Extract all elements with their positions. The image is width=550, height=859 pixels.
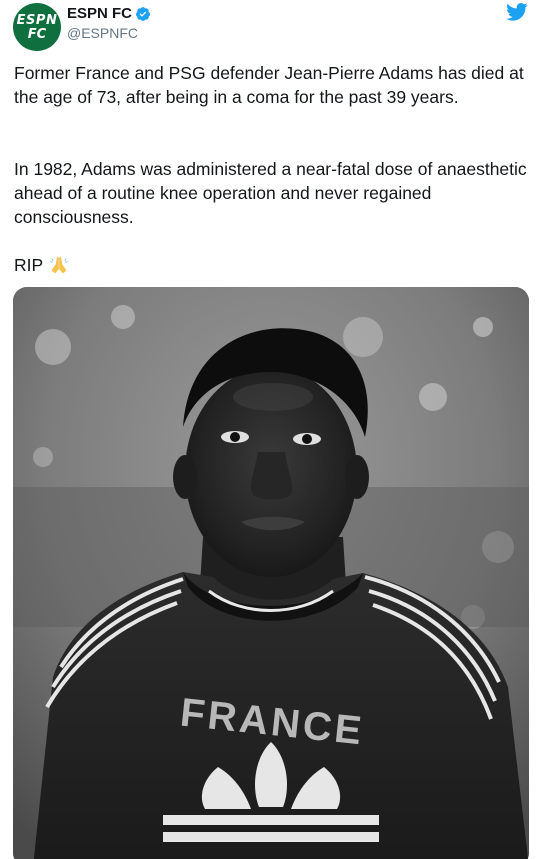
avatar-logo-line1: ESPN bbox=[16, 13, 58, 28]
tweet-text-paragraph-2: In 1982, Adams was administered a near-f… bbox=[14, 159, 527, 227]
verified-badge-icon bbox=[136, 7, 151, 21]
folded-hands-emoji-icon bbox=[50, 256, 69, 274]
display-name[interactable]: ESPN FC bbox=[67, 4, 132, 24]
tweet-card: ESPN FC ESPN FC @ESPNFC Former France an… bbox=[0, 0, 550, 859]
author-handle[interactable]: @ESPNFC bbox=[67, 24, 138, 42]
twitter-bird-icon[interactable] bbox=[506, 2, 528, 22]
tweet-text-paragraph-1: Former France and PSG defender Jean-Pier… bbox=[14, 63, 524, 107]
avatar-logo-line2: FC bbox=[27, 27, 47, 42]
rip-text: RIP bbox=[14, 255, 44, 275]
tweet-photo[interactable]: FRANCE bbox=[13, 287, 529, 859]
avatar[interactable]: ESPN FC bbox=[13, 3, 61, 51]
player-portrait-image: FRANCE bbox=[13, 287, 529, 859]
tweet-text-paragraph-3: RIP bbox=[14, 253, 536, 277]
author-name-row[interactable]: ESPN FC bbox=[67, 4, 151, 24]
